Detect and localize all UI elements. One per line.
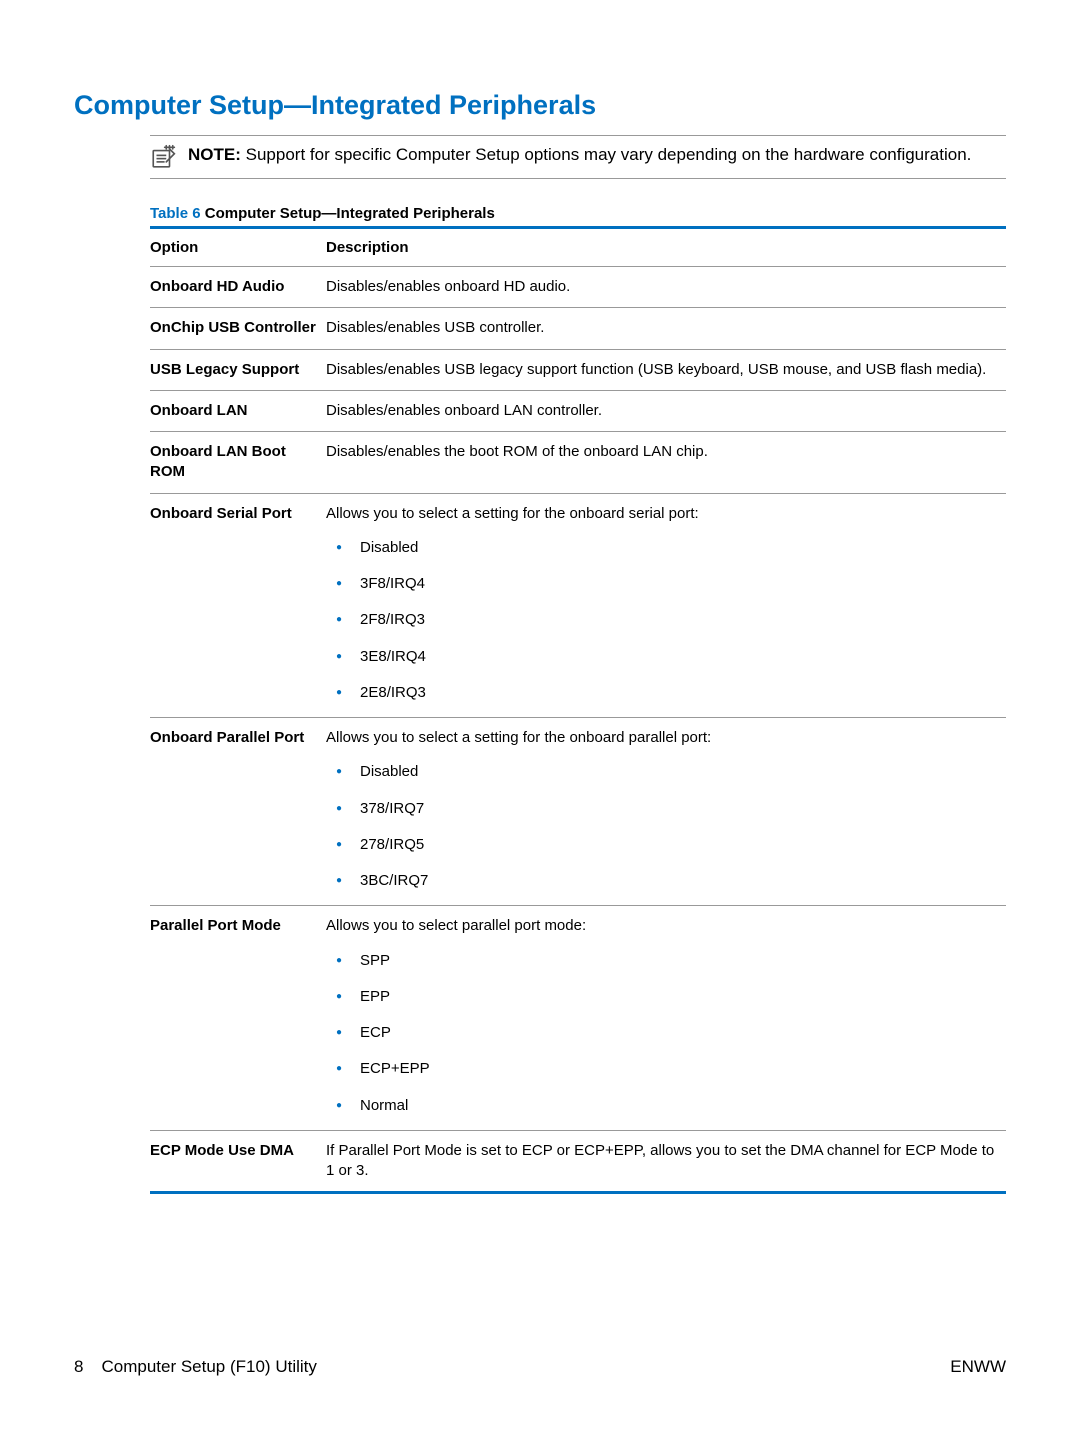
note-block: NOTE: Support for specific Computer Setu… <box>150 135 1006 179</box>
list-item: ECP+EPP <box>326 1059 1000 1079</box>
note-label: NOTE: <box>188 145 241 164</box>
description-text: If Parallel Port Mode is set to ECP or E… <box>326 1141 1000 1182</box>
option-description: Allows you to select a setting for the o… <box>326 718 1006 906</box>
description-text: Allows you to select parallel port mode: <box>326 916 1000 936</box>
option-name: Parallel Port Mode <box>150 906 326 1131</box>
option-name: Onboard LAN <box>150 390 326 431</box>
footer-section: Computer Setup (F10) Utility <box>101 1357 316 1377</box>
option-description: Disables/enables USB controller. <box>326 308 1006 349</box>
option-description: If Parallel Port Mode is set to ECP or E… <box>326 1130 1006 1193</box>
list-item: EPP <box>326 987 1000 1007</box>
option-list: SPP EPP ECP ECP+EPP Normal <box>326 951 1000 1116</box>
option-list: Disabled 3F8/IRQ4 2F8/IRQ3 3E8/IRQ4 2E8/IRQ3 <box>326 538 1000 703</box>
option-name: USB Legacy Support <box>150 349 326 390</box>
option-name: Onboard Parallel Port <box>150 718 326 906</box>
description-text: Disables/enables onboard HD audio. <box>326 277 1000 297</box>
list-item: Disabled <box>326 762 1000 782</box>
header-description: Description <box>326 228 1006 267</box>
option-description: Disables/enables the boot ROM of the onb… <box>326 432 1006 494</box>
list-item: 2F8/IRQ3 <box>326 610 1000 630</box>
list-item: 3E8/IRQ4 <box>326 647 1000 667</box>
table-row: OnChip USB ControllerDisables/enables US… <box>150 308 1006 349</box>
option-list: Disabled 378/IRQ7 278/IRQ5 3BC/IRQ7 <box>326 762 1000 891</box>
description-text: Disables/enables USB controller. <box>326 318 1000 338</box>
table-row: Onboard HD AudioDisables/enables onboard… <box>150 267 1006 308</box>
table-row: Onboard Serial PortAllows you to select … <box>150 493 1006 718</box>
description-text: Allows you to select a setting for the o… <box>326 504 1000 524</box>
list-item: 278/IRQ5 <box>326 835 1000 855</box>
list-item: Normal <box>326 1096 1000 1116</box>
page-footer: 8 Computer Setup (F10) Utility ENWW <box>74 1357 1006 1377</box>
table-row: Onboard Parallel PortAllows you to selec… <box>150 718 1006 906</box>
list-item: ECP <box>326 1023 1000 1043</box>
option-name: OnChip USB Controller <box>150 308 326 349</box>
setup-table: Option Description Onboard HD AudioDisab… <box>150 226 1006 1194</box>
table-row: Onboard LANDisables/enables onboard LAN … <box>150 390 1006 431</box>
footer-page-number: 8 <box>74 1357 83 1377</box>
note-body: Support for specific Computer Setup opti… <box>246 145 972 164</box>
option-name: Onboard LAN Boot ROM <box>150 432 326 494</box>
list-item: Disabled <box>326 538 1000 558</box>
page-title: Computer Setup—Integrated Peripherals <box>74 90 1006 121</box>
option-name: ECP Mode Use DMA <box>150 1130 326 1193</box>
option-description: Allows you to select parallel port mode:… <box>326 906 1006 1131</box>
header-option: Option <box>150 228 326 267</box>
table-number: Table 6 <box>150 205 205 222</box>
option-name: Onboard HD Audio <box>150 267 326 308</box>
option-description: Disables/enables onboard HD audio. <box>326 267 1006 308</box>
list-item: 3BC/IRQ7 <box>326 871 1000 891</box>
note-text: NOTE: Support for specific Computer Setu… <box>188 144 971 167</box>
list-item: 3F8/IRQ4 <box>326 574 1000 594</box>
table-row: Parallel Port ModeAllows you to select p… <box>150 906 1006 1131</box>
option-description: Disables/enables onboard LAN controller. <box>326 390 1006 431</box>
table-row: ECP Mode Use DMAIf Parallel Port Mode is… <box>150 1130 1006 1193</box>
list-item: 2E8/IRQ3 <box>326 683 1000 703</box>
option-name: Onboard Serial Port <box>150 493 326 718</box>
option-description: Allows you to select a setting for the o… <box>326 493 1006 718</box>
footer-right: ENWW <box>950 1357 1006 1377</box>
table-row: Onboard LAN Boot ROMDisables/enables the… <box>150 432 1006 494</box>
table-title: Computer Setup—Integrated Peripherals <box>205 205 495 222</box>
description-text: Allows you to select a setting for the o… <box>326 728 1000 748</box>
table-row: USB Legacy SupportDisables/enables USB l… <box>150 349 1006 390</box>
description-text: Disables/enables USB legacy support func… <box>326 360 1000 380</box>
option-description: Disables/enables USB legacy support func… <box>326 349 1006 390</box>
description-text: Disables/enables the boot ROM of the onb… <box>326 442 1000 462</box>
list-item: SPP <box>326 951 1000 971</box>
list-item: 378/IRQ7 <box>326 799 1000 819</box>
note-icon <box>150 144 176 170</box>
description-text: Disables/enables onboard LAN controller. <box>326 401 1000 421</box>
table-caption: Table 6 Computer Setup—Integrated Periph… <box>150 205 1006 222</box>
